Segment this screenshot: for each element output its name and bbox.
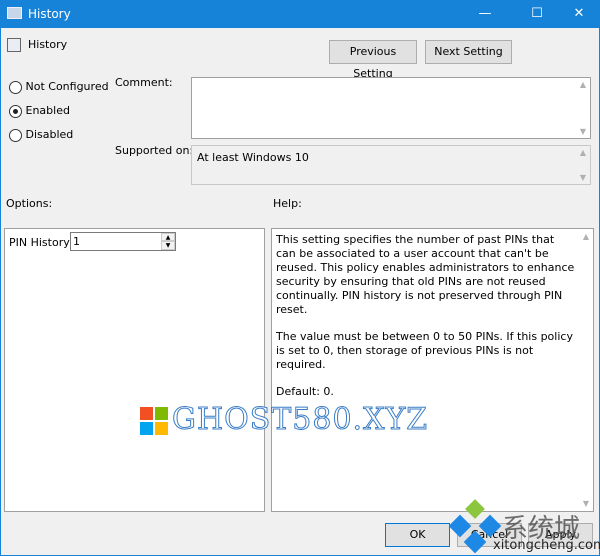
maximize-button[interactable]: ☐ — [514, 0, 560, 28]
help-panel: This setting specifies the number of pas… — [271, 228, 594, 512]
minimize-button[interactable]: — — [462, 0, 508, 28]
help-paragraph: This setting specifies the number of pas… — [276, 233, 575, 316]
app-icon — [7, 7, 22, 19]
comment-input[interactable]: ▲ ▼ — [191, 77, 591, 139]
close-button[interactable]: ✕ — [556, 0, 600, 28]
radio-disabled[interactable]: Disabled — [9, 128, 73, 142]
xitongcheng-url-watermark: xitongcheng.com — [493, 538, 600, 553]
supported-on-value: At least Windows 10 — [197, 151, 309, 164]
radio-button[interactable] — [9, 80, 22, 94]
radio-label: Not Configured — [25, 80, 109, 93]
policy-icon — [7, 38, 21, 52]
title-bar: History — ☐ ✕ — [0, 0, 600, 28]
help-paragraph: The value must be between 0 to 50 PINs. … — [276, 330, 573, 371]
ok-button[interactable]: OK — [385, 523, 450, 547]
radio-enabled[interactable]: Enabled — [9, 104, 70, 118]
policy-name: History — [28, 38, 68, 51]
scroll-up-icon[interactable]: ▲ — [583, 232, 589, 241]
options-panel: PIN History 1 ▲ ▼ — [4, 228, 265, 512]
pin-history-label: PIN History — [9, 236, 70, 249]
supported-on-label: Supported on: — [115, 144, 194, 157]
radio-label: Enabled — [25, 104, 70, 117]
windows-logo-icon — [140, 407, 168, 435]
previous-setting-button[interactable]: Previous Setting — [329, 40, 417, 80]
scroll-down-icon[interactable]: ▼ — [583, 499, 589, 508]
window-title: History — [28, 7, 71, 21]
comment-label: Comment: — [115, 76, 173, 89]
options-label: Options: — [6, 197, 53, 210]
supported-on-field: At least Windows 10 ▲ ▼ — [191, 145, 591, 185]
help-paragraph: Default: 0. — [276, 385, 334, 398]
radio-label: Disabled — [25, 128, 74, 141]
pin-history-spinner[interactable]: 1 ▲ ▼ — [70, 232, 176, 251]
spin-up-icon[interactable]: ▲ — [161, 233, 175, 241]
pin-history-value[interactable]: 1 — [73, 235, 80, 248]
spin-down-icon[interactable]: ▼ — [161, 241, 175, 250]
next-setting-button[interactable]: Next Setting — [425, 40, 512, 64]
scroll-down-icon[interactable]: ▼ — [580, 127, 586, 136]
scroll-down-icon[interactable]: ▼ — [580, 173, 586, 182]
ghost-watermark: GHOST580.XYZ — [171, 402, 429, 438]
radio-button[interactable] — [9, 104, 22, 118]
help-label: Help: — [273, 197, 302, 210]
radio-button[interactable] — [9, 128, 22, 142]
scroll-up-icon[interactable]: ▲ — [580, 148, 586, 157]
scroll-up-icon[interactable]: ▲ — [580, 80, 586, 89]
radio-not-configured[interactable]: Not Configured — [9, 80, 109, 94]
